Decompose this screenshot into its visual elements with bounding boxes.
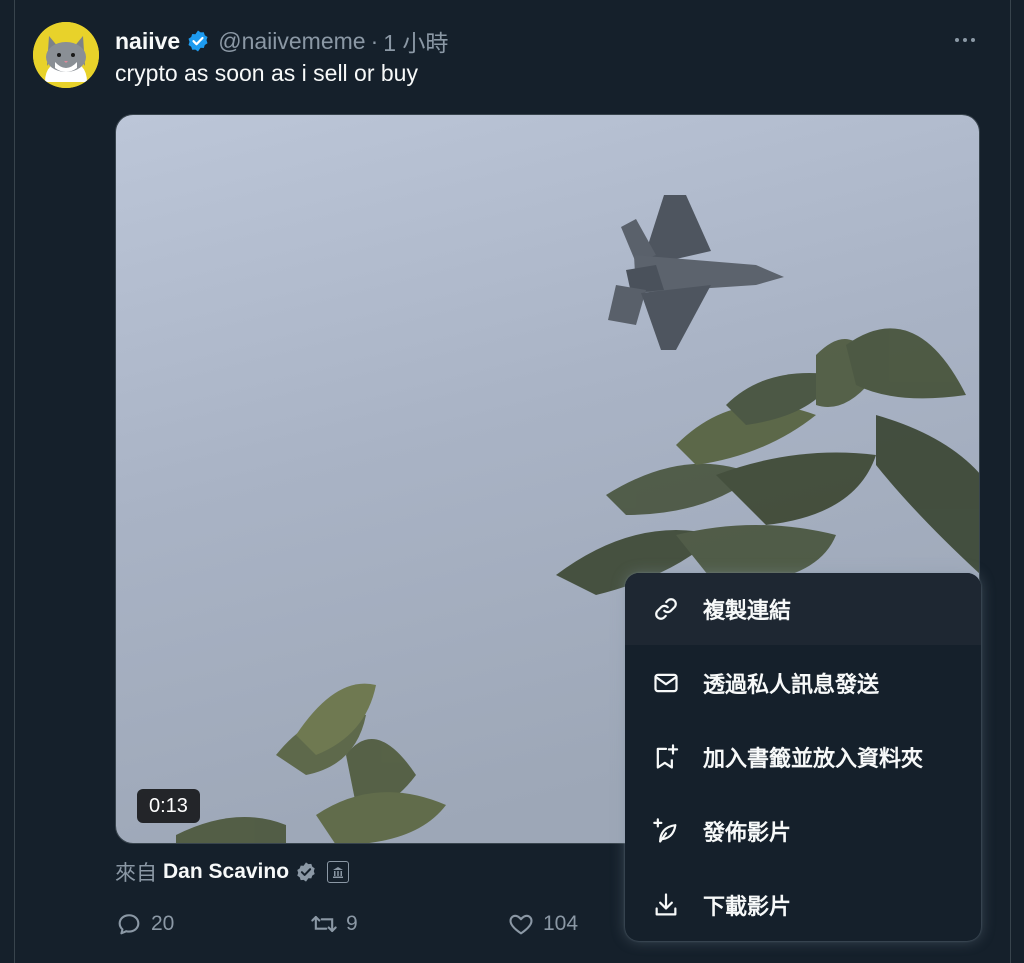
link-icon	[651, 594, 681, 624]
more-options-icon[interactable]	[946, 28, 984, 52]
menu-item-post-video[interactable]: 發佈影片	[625, 795, 981, 867]
source-prefix: 來自	[115, 862, 157, 885]
separator-dot: ·	[370, 27, 379, 54]
menu-item-label: 加入書籤並放入資料夾	[703, 746, 924, 771]
heart-icon	[509, 914, 533, 935]
envelope-icon	[651, 668, 681, 698]
author-name[interactable]: naiive	[115, 28, 180, 55]
menu-item-label: 下載影片	[703, 894, 792, 919]
retweet-count: 9	[346, 912, 358, 935]
like-button[interactable]: 104	[507, 908, 578, 940]
timestamp[interactable]: 1 小時	[383, 24, 448, 58]
retweet-icon	[311, 915, 337, 933]
cat-avatar-icon	[33, 22, 99, 88]
verified-badge-icon[interactable]	[186, 29, 210, 53]
menu-item-bookmark-folder[interactable]: 加入書籤並放入資料夾	[625, 721, 981, 793]
author-handle[interactable]: @naiivememe	[218, 28, 365, 55]
feather-icon	[651, 816, 681, 846]
source-verified-icon	[295, 861, 317, 883]
video-source: 來自 Dan Scavino	[115, 858, 350, 886]
like-count: 104	[543, 912, 579, 935]
reply-icon	[118, 914, 140, 935]
menu-item-send-dm[interactable]: 透過私人訊息發送	[625, 647, 981, 719]
bookmark-folder-icon	[651, 742, 681, 772]
source-name-link[interactable]: Dan Scavino	[163, 860, 289, 884]
avatar[interactable]	[33, 22, 99, 88]
share-menu: 複製連結 透過私人訊息發送 加入書籤並放入資料夾 發佈影片 下載影片	[625, 573, 981, 941]
download-icon	[651, 890, 681, 920]
government-badge-icon	[327, 861, 350, 883]
tweet-header: naiive @naiivememe · 1 小時	[115, 25, 448, 57]
reply-button[interactable]: 20	[115, 908, 174, 940]
menu-item-label: 複製連結	[703, 598, 792, 623]
menu-item-label: 發佈影片	[703, 820, 792, 845]
column-border-right	[1010, 0, 1011, 963]
tweet-text: crypto as soon as i sell or buy	[115, 60, 418, 86]
reply-count: 20	[151, 912, 175, 935]
menu-item-label: 透過私人訊息發送	[703, 672, 880, 697]
menu-item-copy-link[interactable]: 複製連結	[625, 573, 981, 645]
video-duration-badge: 0:13	[137, 789, 200, 823]
menu-item-download-video[interactable]: 下載影片	[625, 869, 981, 941]
column-border-left	[14, 0, 15, 963]
retweet-button[interactable]: 9	[310, 908, 358, 940]
